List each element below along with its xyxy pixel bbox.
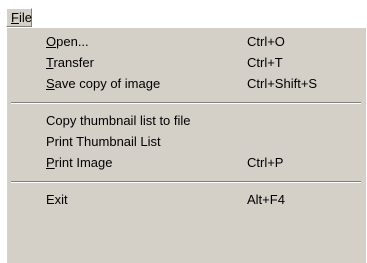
print-image-label: Print Image [46, 152, 112, 173]
open-label: Open... [46, 31, 89, 52]
save-copy-shortcut: Ctrl+Shift+S [247, 76, 318, 91]
file-menu-button[interactable]: File [6, 8, 32, 27]
menu-item-save-copy-of-image[interactable]: Save copy of image Ctrl+Shift+S [7, 73, 365, 94]
print-thumbnail-label: Print Thumbnail List [46, 134, 161, 149]
menu-item-open[interactable]: Open... Ctrl+O [7, 31, 365, 52]
save-copy-mnemonic: S [46, 76, 55, 91]
menu-item-transfer[interactable]: Transfer Ctrl+T [7, 52, 365, 73]
transfer-shortcut: Ctrl+T [247, 55, 283, 70]
open-label-rest: pen... [56, 34, 89, 49]
menu-separator [11, 181, 361, 183]
transfer-label: Transfer [46, 52, 94, 73]
file-mnemonic: F [11, 10, 19, 25]
menu-item-copy-thumbnail-list[interactable]: Copy thumbnail list to file [7, 110, 365, 131]
separator-highlight-line [11, 103, 361, 104]
print-image-shortcut: Ctrl+P [247, 155, 284, 170]
menu-item-print-image[interactable]: Print Image Ctrl+P [7, 152, 365, 173]
menu-separator [11, 102, 361, 104]
file-menu-screenshot: File Open... Ctrl+O Transfer Ctrl+T Save… [0, 0, 367, 263]
exit-label: Exit [46, 192, 68, 207]
open-mnemonic: O [46, 34, 57, 49]
print-image-mnemonic: P [46, 155, 55, 170]
menu-item-exit[interactable]: Exit Alt+F4 [7, 189, 365, 210]
exit-shortcut: Alt+F4 [247, 192, 285, 207]
file-label-rest: ile [18, 10, 32, 25]
separator-highlight-line [11, 182, 361, 183]
print-image-label-rest: rint Image [54, 155, 113, 170]
transfer-label-rest: ransfer [53, 55, 94, 70]
file-dropdown-menu: Open... Ctrl+O Transfer Ctrl+T Save copy… [6, 27, 366, 263]
copy-thumbnail-label: Copy thumbnail list to file [46, 113, 191, 128]
open-shortcut: Ctrl+O [247, 34, 285, 49]
menu-item-print-thumbnail-list[interactable]: Print Thumbnail List [7, 131, 365, 152]
save-copy-label-rest: ave copy of image [54, 76, 161, 91]
save-copy-label: Save copy of image [46, 73, 160, 94]
